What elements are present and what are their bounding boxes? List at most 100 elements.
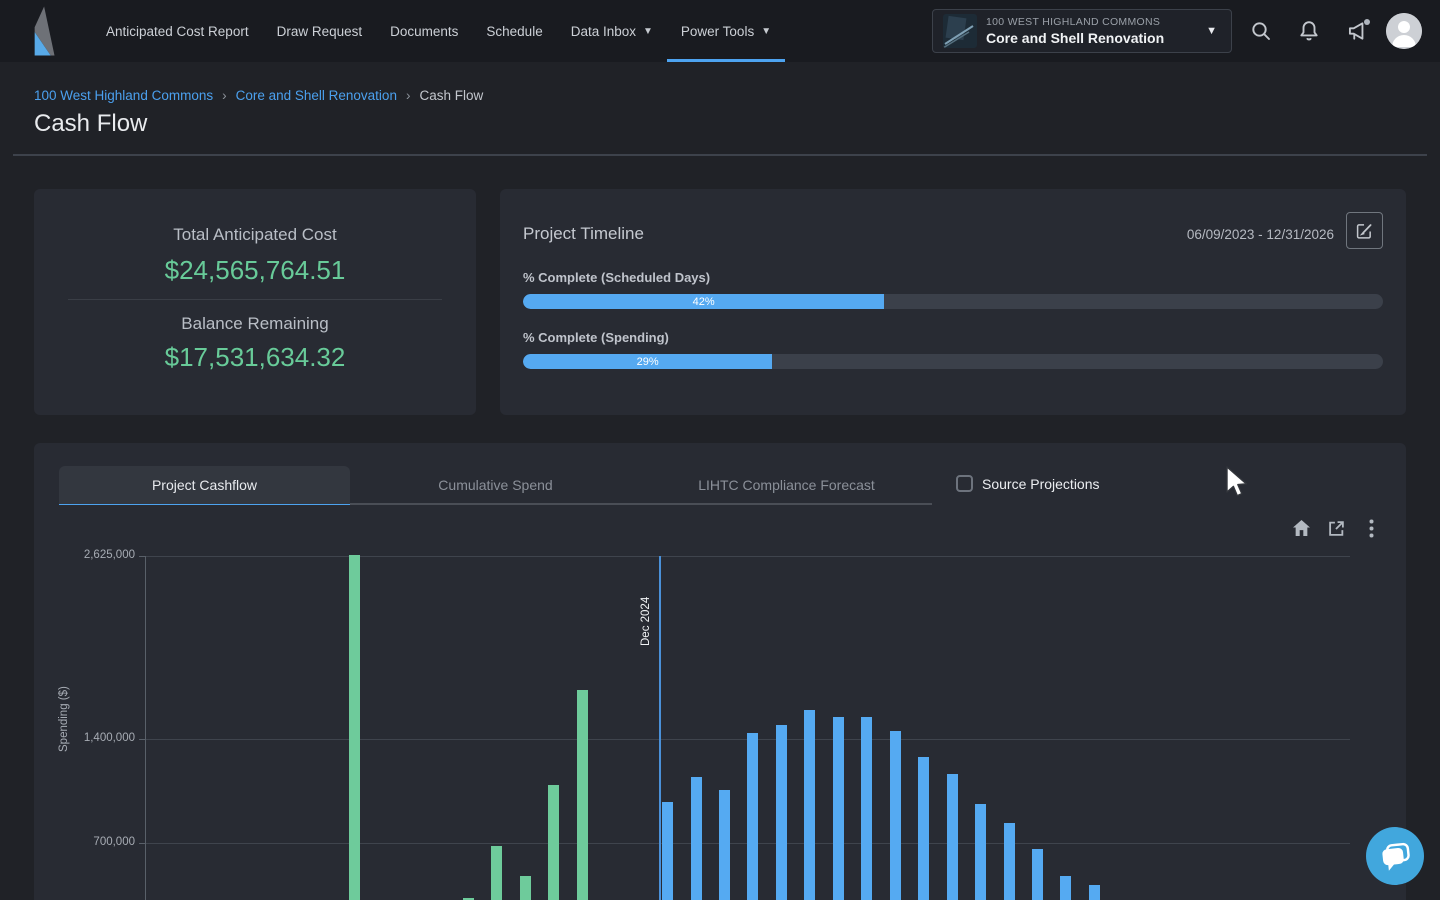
tab-project-cashflow[interactable]: Project Cashflow: [59, 466, 350, 504]
bar-projected-spend[interactable]: [719, 790, 730, 900]
project-selector-texts: 100 WEST HIGHLAND COMMONS Core and Shell…: [986, 16, 1193, 46]
progress-block--complete-scheduled-days-: % Complete (Scheduled Days) 42%: [523, 270, 1383, 309]
bell-icon: [1298, 20, 1320, 42]
chat-launcher-button[interactable]: [1366, 827, 1424, 885]
bar-actual-spend[interactable]: [349, 555, 360, 900]
tab-lihtc-compliance-forecast[interactable]: LIHTC Compliance Forecast: [641, 466, 932, 504]
nav-item-anticipated-cost-report[interactable]: Anticipated Cost Report: [92, 0, 263, 62]
cost-summary-card: Total Anticipated Cost $24,565,764.51 Ba…: [34, 189, 476, 415]
chart-export-button[interactable]: [1325, 517, 1347, 539]
chart-home-button[interactable]: [1290, 517, 1312, 539]
bar-actual-spend[interactable]: [577, 690, 588, 900]
bar-actual-spend[interactable]: [520, 876, 531, 900]
chart-toolbar: [1290, 517, 1382, 539]
nav-item-schedule[interactable]: Schedule: [472, 0, 556, 62]
progress-fill: 42%: [523, 294, 884, 309]
chart-menu-button[interactable]: [1360, 517, 1382, 539]
summary-divider: [68, 299, 442, 300]
source-projections-checkbox[interactable]: [956, 475, 973, 492]
top-nav: Anticipated Cost Report Draw Request Docum…: [0, 0, 1440, 62]
page-title: Cash Flow: [34, 110, 147, 138]
edit-timeline-button[interactable]: [1346, 212, 1383, 249]
bar-projected-spend[interactable]: [776, 725, 787, 900]
project-timeline-card: Project Timeline 06/09/2023 - 12/31/2026…: [500, 189, 1406, 415]
search-icon: [1250, 20, 1272, 42]
breadcrumb-link-100-west-highland-commons[interactable]: 100 West Highland Commons: [34, 88, 213, 103]
announcement-badge: [1364, 19, 1370, 25]
progress-list: % Complete (Scheduled Days)42%% Complete…: [523, 270, 1383, 369]
nav-item-label: Schedule: [486, 24, 542, 39]
timeline-header: Project Timeline 06/09/2023 - 12/31/2026: [523, 219, 1383, 249]
project-phase: Core and Shell Renovation: [986, 30, 1193, 46]
nav-item-draw-request[interactable]: Draw Request: [263, 0, 377, 62]
source-projections-toggle: Source Projections: [956, 475, 1100, 492]
timeline-title: Project Timeline: [523, 224, 644, 244]
chat-icon: [1379, 840, 1411, 872]
timeline-date-range: 06/09/2023 - 12/31/2026: [1187, 227, 1334, 242]
progress-value: 29%: [637, 356, 659, 368]
progress-label: % Complete (Scheduled Days): [523, 270, 1383, 285]
progress-label: % Complete (Spending): [523, 330, 1383, 345]
bar-actual-spend[interactable]: [548, 785, 559, 900]
bar-projected-spend[interactable]: [691, 777, 702, 900]
nav-right-cluster: 100 WEST HIGHLAND COMMONS Core and Shell…: [932, 0, 1440, 62]
bar-projected-spend[interactable]: [1060, 876, 1071, 900]
bar-projected-spend[interactable]: [804, 710, 815, 900]
nav-item-label: Power Tools: [681, 24, 754, 39]
timeline-header-right: 06/09/2023 - 12/31/2026: [1187, 219, 1383, 249]
notifications-button[interactable]: [1290, 12, 1328, 50]
progress-value: 42%: [693, 296, 715, 308]
progress-track: 42%: [523, 294, 1383, 309]
bar-actual-spend[interactable]: [491, 846, 502, 900]
kebab-menu-icon: [1369, 519, 1374, 538]
bar-projected-spend[interactable]: [1032, 849, 1043, 900]
balance-remaining-label: Balance Remaining: [34, 314, 476, 334]
mouse-cursor: [1224, 466, 1248, 498]
nav-item-data-inbox[interactable]: Data Inbox ▼: [557, 0, 667, 62]
user-avatar[interactable]: [1386, 13, 1422, 49]
project-name: 100 WEST HIGHLAND COMMONS: [986, 16, 1193, 28]
breadcrumb-separator: ›: [406, 88, 411, 103]
chevron-down-icon: ▼: [643, 26, 653, 37]
search-button[interactable]: [1242, 12, 1280, 50]
open-in-new-icon: [1328, 520, 1345, 537]
bar-projected-spend[interactable]: [1004, 823, 1015, 900]
project-selector[interactable]: 100 WEST HIGHLAND COMMONS Core and Shell…: [932, 9, 1232, 53]
chart-tabs: Project CashflowCumulative SpendLIHTC Co…: [59, 466, 932, 504]
nav-item-label: Data Inbox: [571, 24, 636, 39]
nav-item-label: Documents: [390, 24, 458, 39]
nav-item-power-tools[interactable]: Power Tools ▼: [667, 0, 785, 62]
tab-cumulative-spend[interactable]: Cumulative Spend: [350, 466, 641, 504]
bar-projected-spend[interactable]: [861, 717, 872, 900]
total-anticipated-cost-value: $24,565,764.51: [34, 255, 476, 286]
breadcrumb-separator: ›: [222, 88, 227, 103]
bar-projected-spend[interactable]: [1089, 885, 1100, 900]
app-logo[interactable]: [0, 0, 92, 62]
bar-projected-spend[interactable]: [975, 804, 986, 900]
progress-track: 29%: [523, 354, 1383, 369]
home-icon: [1293, 520, 1310, 536]
bar-projected-spend[interactable]: [747, 733, 758, 900]
bar-projected-spend[interactable]: [890, 731, 901, 900]
nav-menu: Anticipated Cost Report Draw Request Docum…: [92, 0, 785, 62]
nav-item-label: Draw Request: [277, 24, 363, 39]
bar-projected-spend[interactable]: [947, 774, 958, 900]
bar-projected-spend[interactable]: [918, 757, 929, 900]
breadcrumb-current: Cash Flow: [419, 88, 483, 103]
project-thumbnail: [943, 14, 977, 48]
cash-flow-page: Anticipated Cost Report Draw Request Docum…: [0, 0, 1440, 900]
edit-icon: [1356, 222, 1373, 239]
source-projections-label: Source Projections: [982, 476, 1100, 492]
progress-block--complete-spending-: % Complete (Spending) 29%: [523, 330, 1383, 369]
title-divider: [13, 154, 1427, 156]
chevron-down-icon: ▼: [761, 26, 771, 37]
person-icon: [1386, 13, 1422, 49]
announcements-button[interactable]: [1338, 12, 1376, 50]
breadcrumb-link-core-and-shell-renovation[interactable]: Core and Shell Renovation: [236, 88, 397, 103]
progress-fill: 29%: [523, 354, 772, 369]
balance-remaining-value: $17,531,634.32: [34, 342, 476, 373]
bar-projected-spend[interactable]: [833, 717, 844, 900]
nav-item-documents[interactable]: Documents: [376, 0, 472, 62]
bar-projected-spend[interactable]: [662, 802, 673, 900]
logo-sail-icon: [29, 6, 63, 56]
